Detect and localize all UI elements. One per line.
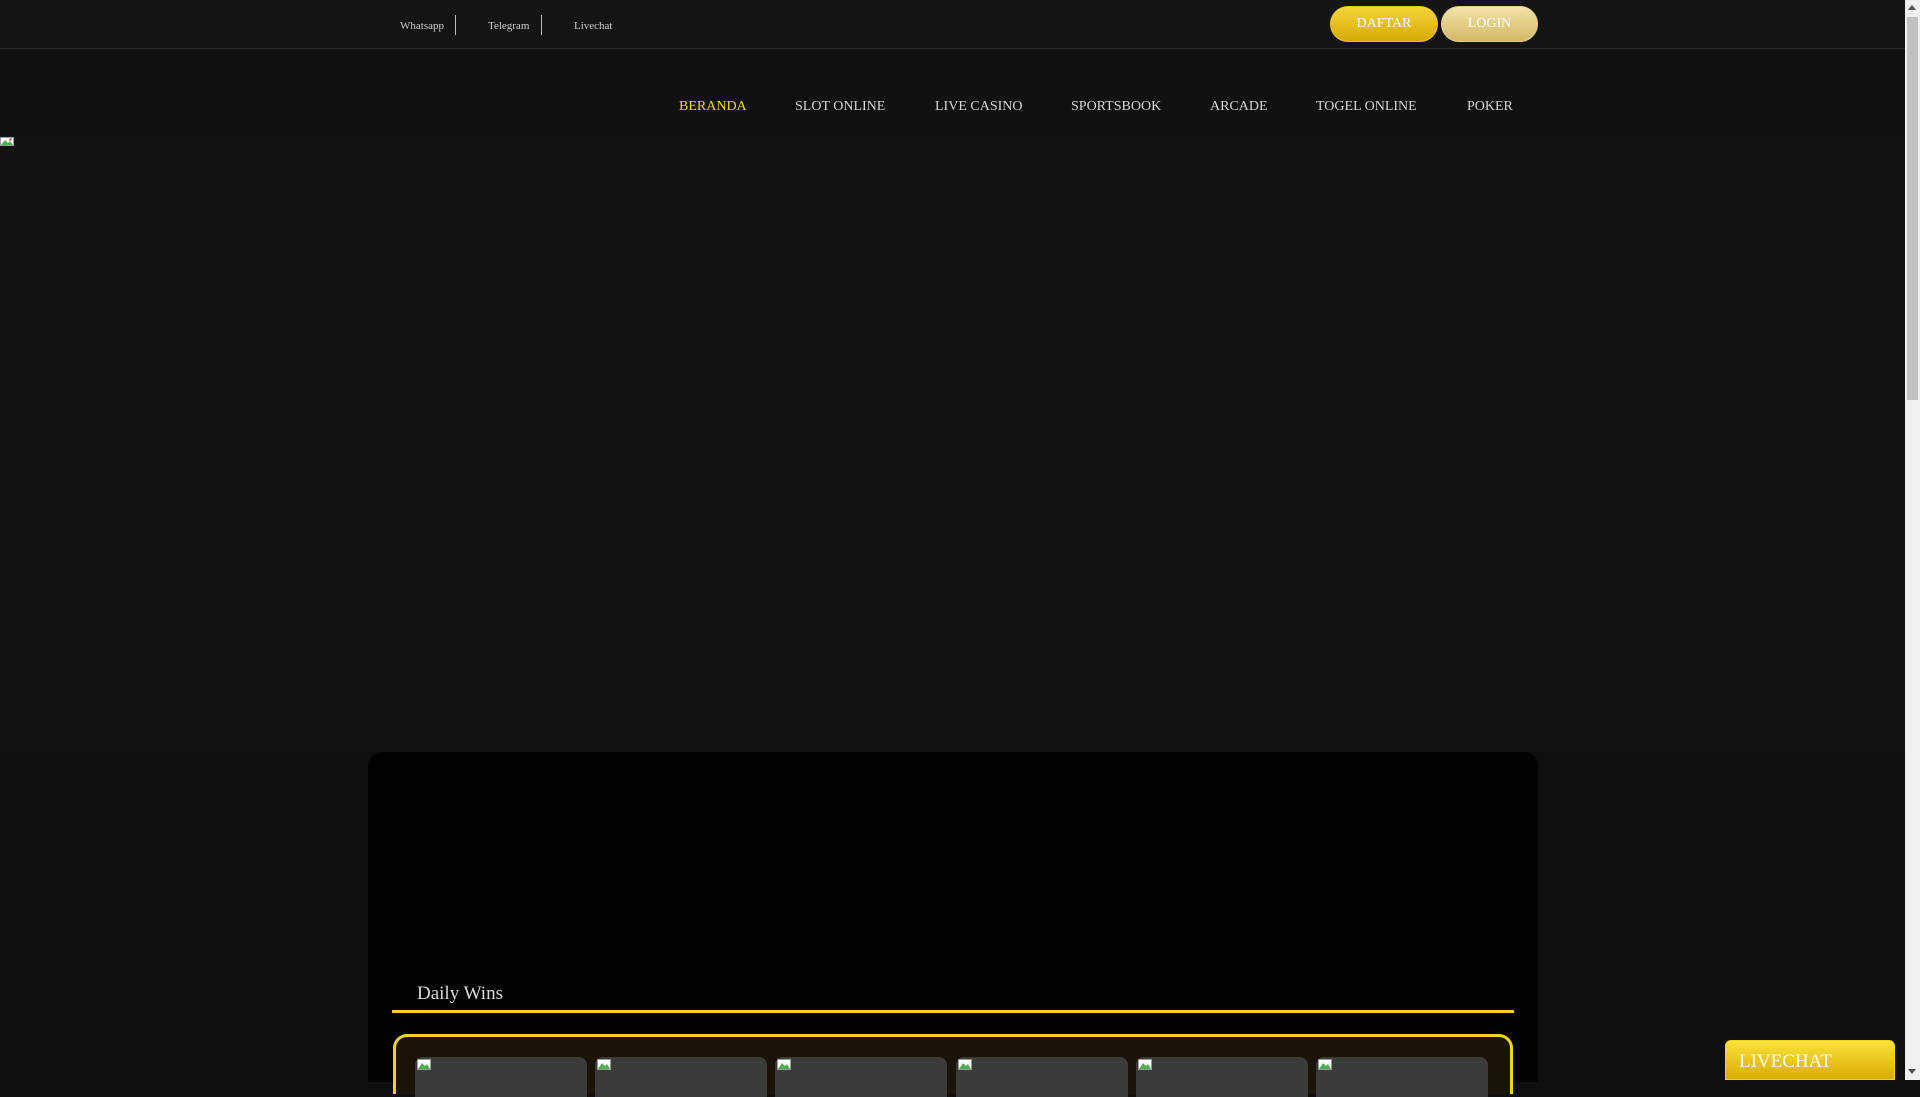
daily-wins-underline: [392, 1010, 1514, 1013]
broken-image-icon: [0, 137, 14, 146]
telegram-link[interactable]: Telegram: [488, 20, 529, 32]
nav-item-beranda[interactable]: BERANDA: [679, 99, 747, 115]
broken-image-icon: [1318, 1059, 1332, 1070]
scroll-down-arrow-icon[interactable]: [1908, 1069, 1916, 1074]
nav-item-poker[interactable]: POKER: [1467, 99, 1513, 115]
nav-item-togel-online[interactable]: TOGEL ONLINE: [1316, 99, 1417, 115]
login-button[interactable]: LOGIN: [1441, 6, 1538, 42]
broken-image-icon: [417, 1059, 431, 1070]
daily-wins-title: Daily Wins: [417, 983, 503, 1004]
win-card[interactable]: [595, 1057, 767, 1097]
divider: [455, 15, 456, 35]
win-card[interactable]: [775, 1057, 947, 1097]
livechat-link[interactable]: Livechat: [574, 20, 612, 32]
nav-item-sportsbook[interactable]: SPORTSBOOK: [1071, 99, 1161, 115]
top-bar: Whatsapp Telegram Livechat DAFTAR LOGIN: [0, 0, 1905, 49]
win-card[interactable]: [1136, 1057, 1308, 1097]
content-panel: Daily Wins: [368, 752, 1538, 1097]
broken-image-icon: [1138, 1059, 1152, 1070]
win-card[interactable]: [1316, 1057, 1488, 1097]
daily-wins-box: [393, 1034, 1513, 1097]
broken-image-icon: [597, 1059, 611, 1070]
broken-image-icon: [777, 1059, 791, 1070]
nav-item-slot-online[interactable]: SLOT ONLINE: [795, 99, 885, 115]
divider: [541, 15, 542, 35]
whatsapp-link[interactable]: Whatsapp: [400, 20, 444, 32]
vertical-scrollbar[interactable]: [1905, 0, 1920, 1080]
nav-item-live-casino[interactable]: LIVE CASINO: [935, 99, 1023, 115]
win-card[interactable]: [956, 1057, 1128, 1097]
scroll-up-arrow-icon[interactable]: [1908, 5, 1916, 10]
hero-banner: [0, 137, 1905, 752]
nav-item-arcade[interactable]: ARCADE: [1210, 99, 1268, 115]
main-nav: BERANDA SLOT ONLINE LIVE CASINO SPORTSBO…: [0, 49, 1905, 137]
scrollbar-thumb[interactable]: [1907, 17, 1918, 400]
broken-image-icon: [958, 1059, 972, 1070]
register-button[interactable]: DAFTAR: [1330, 6, 1438, 42]
livechat-button[interactable]: LIVECHAT: [1725, 1040, 1895, 1080]
win-card[interactable]: [415, 1057, 587, 1097]
